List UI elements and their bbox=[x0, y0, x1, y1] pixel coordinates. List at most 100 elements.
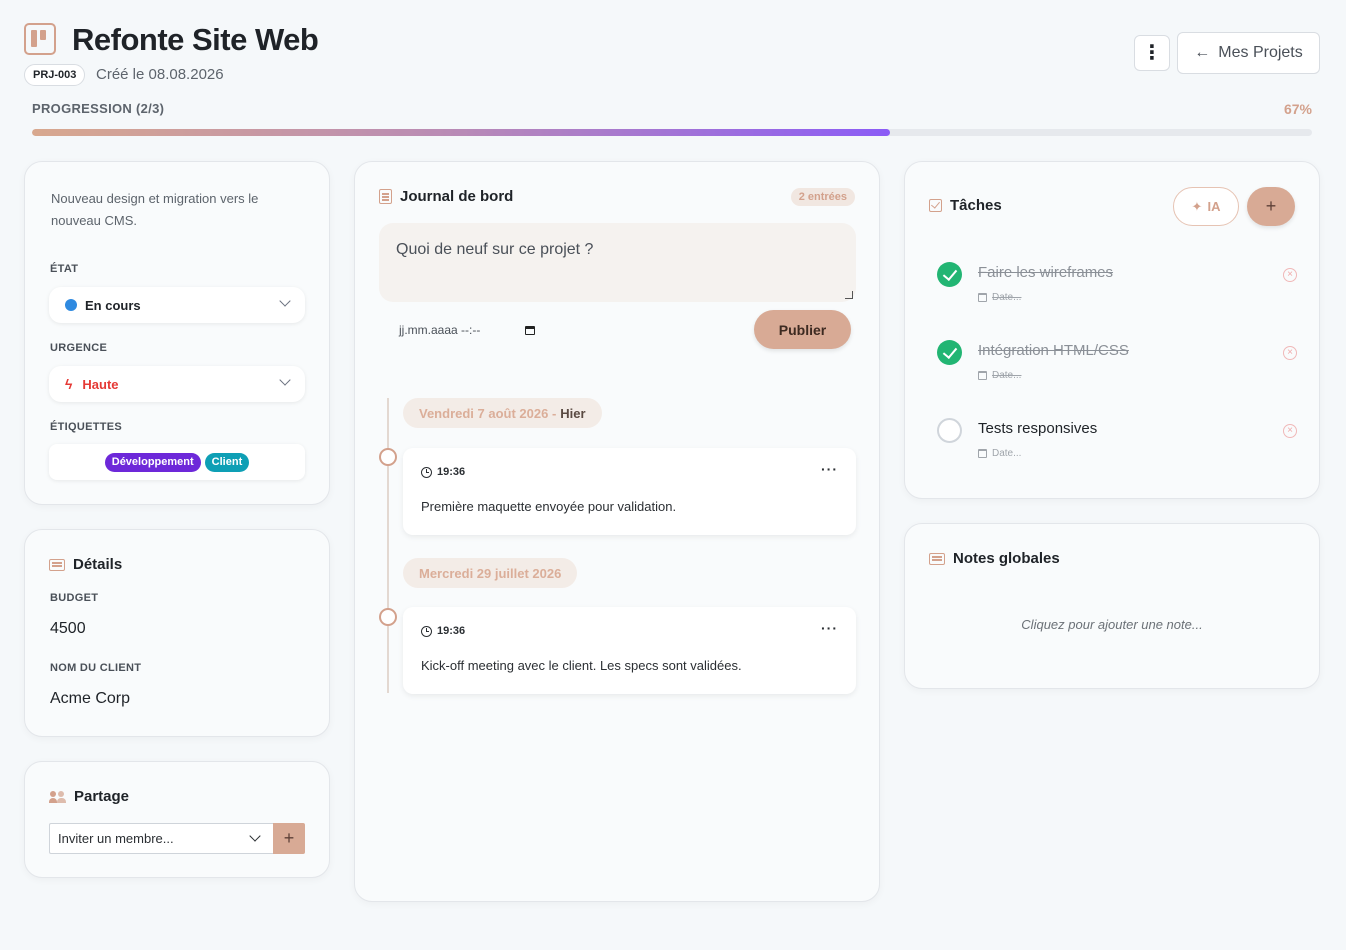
chevron-down-icon bbox=[249, 830, 261, 842]
tasks-title: Tâches bbox=[950, 197, 1002, 214]
journal-header: Journal de bord bbox=[379, 188, 513, 205]
page-title: Refonte Site Web bbox=[72, 22, 319, 57]
task-item: Tests responsives Date... × bbox=[937, 418, 1297, 474]
back-button-label: Mes Projets bbox=[1218, 44, 1303, 61]
tag-development[interactable]: Développement bbox=[104, 452, 201, 472]
chevron-down-icon bbox=[279, 374, 291, 386]
tags-field[interactable]: Développement Client bbox=[49, 444, 305, 480]
plus-icon: + bbox=[1265, 196, 1277, 216]
task-title[interactable]: Faire les wireframes bbox=[978, 264, 1113, 281]
publish-button[interactable]: Publier bbox=[754, 310, 851, 349]
journal-input-placeholder: Quoi de neuf sur ce projet ? bbox=[396, 241, 594, 258]
delete-task-icon[interactable]: × bbox=[1283, 268, 1297, 282]
notes-placeholder[interactable]: Cliquez pour ajouter une note... bbox=[905, 617, 1319, 632]
budget-label: BUDGET bbox=[50, 592, 99, 604]
details-card: Détails BUDGET 4500 NOM DU CLIENT Acme C… bbox=[24, 529, 330, 737]
project-code-badge: PRJ-003 bbox=[24, 64, 86, 86]
notes-header: Notes globales bbox=[929, 550, 1060, 567]
task-checkbox[interactable] bbox=[937, 262, 962, 287]
task-title[interactable]: Tests responsives bbox=[978, 420, 1097, 437]
client-label: NOM DU CLIENT bbox=[50, 662, 142, 674]
entry-more-button[interactable]: ··· bbox=[821, 620, 838, 636]
list-icon bbox=[49, 558, 65, 571]
entry-more-button[interactable]: ··· bbox=[821, 461, 838, 477]
project-description[interactable]: Nouveau design et migration vers le nouv… bbox=[51, 188, 301, 232]
ai-generate-button[interactable]: ✦ IA bbox=[1173, 187, 1239, 226]
delete-task-icon[interactable]: × bbox=[1283, 424, 1297, 438]
status-dot-icon bbox=[65, 299, 77, 311]
task-item: Intégration HTML/CSS Date... × bbox=[937, 340, 1297, 396]
invite-member-select[interactable]: Inviter un membre... bbox=[49, 823, 273, 854]
tasks-header: Tâches bbox=[929, 197, 1002, 214]
add-member-button[interactable]: + bbox=[273, 823, 305, 854]
journal-title: Journal de bord bbox=[400, 188, 514, 205]
notes-icon bbox=[929, 552, 945, 565]
invite-member-value: Inviter un membre... bbox=[58, 831, 174, 846]
tag-client[interactable]: Client bbox=[204, 452, 250, 472]
entry-time-value: 19:36 bbox=[437, 466, 466, 478]
task-date[interactable]: Date... bbox=[978, 448, 1021, 459]
entry-time: 19:36 bbox=[421, 625, 465, 637]
clock-icon bbox=[421, 625, 432, 637]
timeline-dot bbox=[379, 608, 397, 626]
calendar-icon bbox=[978, 293, 987, 302]
add-task-button[interactable]: + bbox=[1247, 187, 1295, 226]
timeline-line bbox=[387, 398, 389, 693]
day-header: Vendredi 7 août 2026 - Hier bbox=[403, 398, 602, 428]
clock-icon bbox=[421, 466, 432, 478]
state-label: ÉTAT bbox=[50, 263, 79, 275]
entry-text: Kick-off meeting avec le client. Les spe… bbox=[421, 658, 742, 673]
progress-label: PROGRESSION (2/3) bbox=[32, 101, 165, 116]
plus-icon: + bbox=[283, 828, 295, 848]
timeline-dot bbox=[379, 448, 397, 466]
task-title[interactable]: Intégration HTML/CSS bbox=[978, 342, 1129, 359]
day-date: Vendredi 7 août 2026 - bbox=[419, 405, 557, 421]
task-checkbox[interactable] bbox=[937, 340, 962, 365]
tasks-card: Tâches ✦ IA + Faire les wireframes Date.… bbox=[904, 161, 1320, 499]
task-date[interactable]: Date... bbox=[978, 292, 1021, 303]
more-options-button[interactable]: ⋮ bbox=[1134, 35, 1170, 71]
lightning-icon: ϟ bbox=[65, 376, 73, 392]
journal-entry: 19:36 ··· Kick-off meeting avec le clien… bbox=[403, 607, 856, 694]
created-date: Créé le 08.08.2026 bbox=[96, 66, 224, 83]
details-title: Détails bbox=[73, 556, 123, 573]
entry-date-input[interactable]: jj.mm.aaaa --:-- bbox=[399, 323, 535, 337]
checkbox-icon bbox=[929, 199, 942, 212]
progress-bar bbox=[32, 129, 1312, 136]
task-date[interactable]: Date... bbox=[978, 370, 1021, 381]
back-to-projects-button[interactable]: ← Mes Projets bbox=[1177, 32, 1320, 74]
urgency-value: Haute bbox=[82, 376, 119, 392]
notebook-icon bbox=[379, 189, 392, 204]
users-icon bbox=[49, 790, 66, 803]
share-header: Partage bbox=[49, 788, 129, 805]
task-date-value: Date... bbox=[992, 292, 1022, 303]
entry-time-value: 19:36 bbox=[437, 625, 466, 637]
progress-percent: 67% bbox=[1283, 101, 1312, 117]
ai-button-label: IA bbox=[1207, 199, 1221, 214]
task-checkbox[interactable] bbox=[937, 418, 962, 443]
delete-task-icon[interactable]: × bbox=[1283, 346, 1297, 360]
day-header: Mercredi 29 juillet 2026 bbox=[403, 558, 578, 588]
urgency-select[interactable]: ϟ Haute bbox=[49, 366, 305, 402]
client-value[interactable]: Acme Corp bbox=[50, 690, 130, 708]
budget-value[interactable]: 4500 bbox=[50, 620, 86, 638]
state-value: En cours bbox=[85, 297, 141, 313]
journal-card: Journal de bord 2 entrées Quoi de neuf s… bbox=[354, 161, 880, 902]
state-select[interactable]: En cours bbox=[49, 287, 305, 323]
day-date: Mercredi 29 juillet 2026 bbox=[419, 565, 562, 581]
resize-handle-icon[interactable] bbox=[845, 291, 853, 299]
task-item: Faire les wireframes Date... × bbox=[937, 262, 1297, 318]
journal-entry: 19:36 ··· Première maquette envoyée pour… bbox=[403, 448, 856, 535]
kebab-icon: ⋮ bbox=[1142, 42, 1162, 64]
arrow-left-icon: ← bbox=[1194, 44, 1211, 61]
calendar-icon bbox=[978, 371, 987, 380]
entry-time: 19:36 bbox=[421, 466, 465, 478]
page-header: Refonte Site Web PRJ-003 Créé le 08.08.2… bbox=[24, 20, 1320, 90]
sparkle-icon: ✦ bbox=[1191, 198, 1203, 214]
global-notes-card[interactable]: Notes globales Cliquez pour ajouter une … bbox=[904, 523, 1320, 689]
details-header: Détails bbox=[49, 556, 122, 573]
task-date-value: Date... bbox=[992, 448, 1022, 459]
calendar-icon[interactable] bbox=[525, 325, 535, 335]
journal-input[interactable]: Quoi de neuf sur ce projet ? bbox=[379, 223, 856, 302]
project-info-card: Nouveau design et migration vers le nouv… bbox=[24, 161, 330, 505]
